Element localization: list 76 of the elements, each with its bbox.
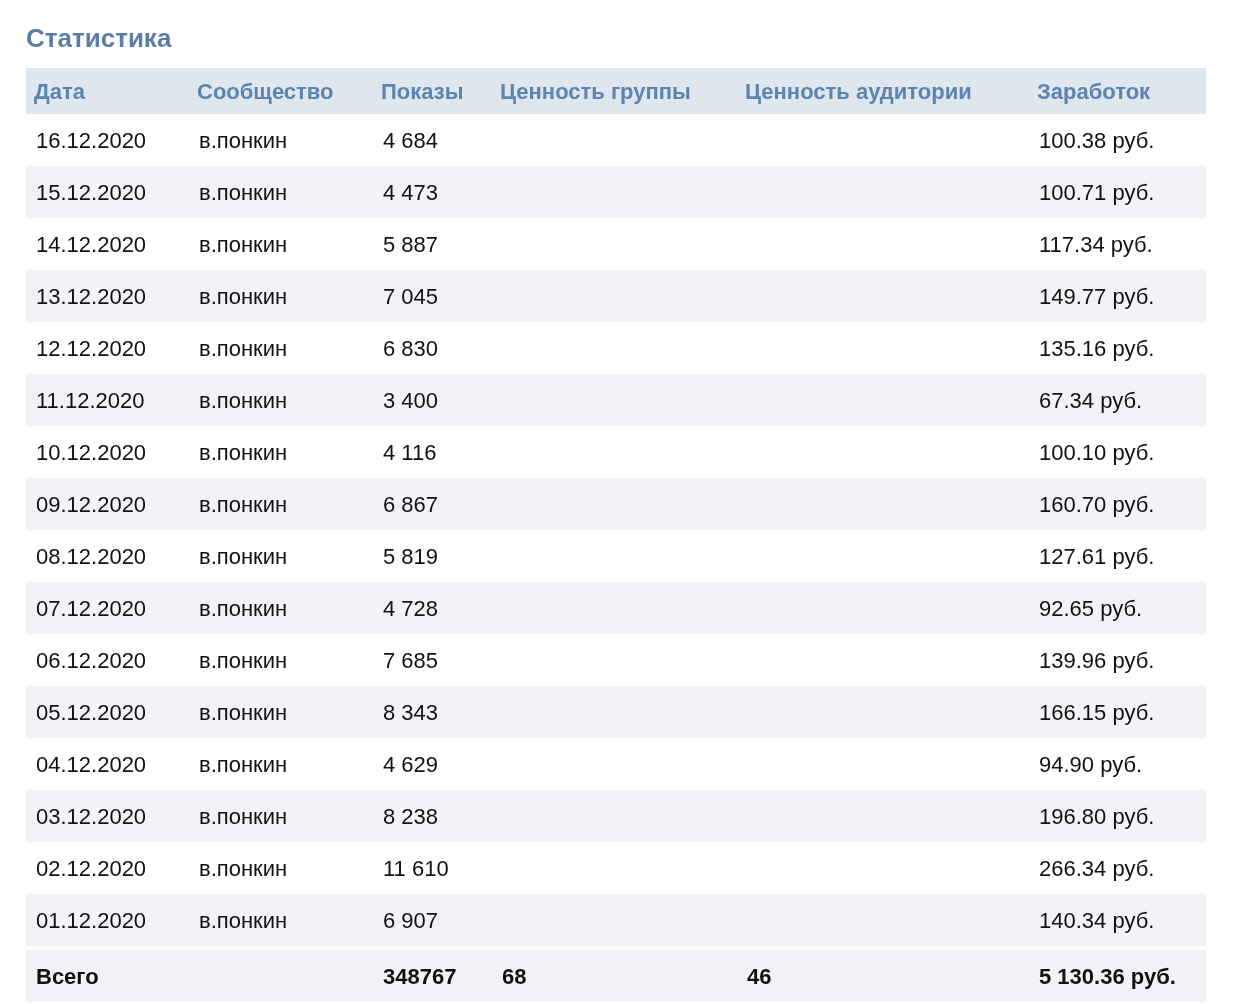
table-cell: 6 867: [383, 491, 439, 517]
table-cell: в.понкин: [199, 179, 288, 205]
table-cell: 139.96 руб.: [1039, 647, 1155, 673]
table-cell: в.понкин: [199, 127, 288, 153]
table-cell: в.понкин: [199, 491, 288, 517]
column-header: Ценность группы: [500, 78, 691, 104]
table-cell: 13.12.2020: [36, 283, 147, 309]
table-cell: 68: [502, 963, 527, 989]
table-cell: 5 819: [383, 543, 439, 569]
table-cell: 7 685: [383, 647, 439, 673]
table-cell: в.понкин: [199, 751, 288, 777]
table-cell: 117.34 руб.: [1039, 231, 1153, 257]
table-cell: 10.12.2020: [36, 439, 147, 465]
table-cell: 160.70 руб.: [1039, 491, 1155, 517]
table-cell: в.понкин: [199, 543, 288, 569]
table-cell: 03.12.2020: [36, 803, 147, 829]
page-title: Статистика: [26, 22, 173, 55]
table-cell: 4 116: [383, 439, 437, 465]
table-cell: 5 130.36 руб.: [1039, 963, 1176, 989]
table-cell: 01.12.2020: [36, 907, 147, 933]
table-cell: в.понкин: [199, 907, 288, 933]
table-cell: 8 238: [383, 803, 439, 829]
table-cell: 04.12.2020: [36, 751, 147, 777]
table-cell: 4 728: [383, 595, 439, 621]
table-cell: 100.71 руб.: [1039, 179, 1155, 205]
table-cell: в.понкин: [199, 231, 288, 257]
table-cell: 5 887: [383, 231, 439, 257]
table-cell: 149.77 руб.: [1039, 283, 1155, 309]
column-header: Дата: [34, 78, 85, 104]
table-cell: 4 684: [383, 127, 439, 153]
table-cell: 06.12.2020: [36, 647, 147, 673]
table-cell: 12.12.2020: [36, 335, 147, 361]
table-cell: 196.80 руб.: [1039, 803, 1155, 829]
column-header: Сообщество: [197, 78, 334, 104]
table-cell: в.понкин: [199, 647, 288, 673]
table-cell: 67.34 руб.: [1039, 387, 1143, 413]
table-cell: 100.10 руб.: [1039, 439, 1155, 465]
table-cell: 6 830: [383, 335, 439, 361]
table-cell: 140.34 руб.: [1039, 907, 1155, 933]
table-cell: 09.12.2020: [36, 491, 147, 517]
table-cell: 266.34 руб.: [1039, 855, 1155, 881]
table-cell: в.понкин: [199, 387, 288, 413]
table-cell: 15.12.2020: [36, 179, 147, 205]
table-cell: в.понкин: [199, 803, 288, 829]
table-cell: в.понкин: [199, 283, 288, 309]
table-cell: 11.12.2020: [36, 387, 145, 413]
table-cell: в.понкин: [199, 335, 288, 361]
table-cell: 4 629: [383, 751, 439, 777]
table-cell: в.понкин: [199, 855, 288, 881]
table-cell: 94.90 руб.: [1039, 751, 1143, 777]
table-cell: 127.61 руб.: [1039, 543, 1155, 569]
table-cell: в.понкин: [199, 595, 288, 621]
column-header: Ценность аудитории: [745, 78, 972, 104]
table-cell: 02.12.2020: [36, 855, 147, 881]
table-cell: 08.12.2020: [36, 543, 147, 569]
table-cell: 16.12.2020: [36, 127, 147, 153]
table-cell: 7 045: [383, 283, 439, 309]
table-cell: 05.12.2020: [36, 699, 147, 725]
table-cell: Всего: [36, 963, 99, 989]
table-cell: 100.38 руб.: [1039, 127, 1155, 153]
table-cell: 46: [747, 963, 772, 989]
table-cell: 348767: [383, 963, 457, 989]
table-cell: в.понкин: [199, 439, 288, 465]
table-cell: 14.12.2020: [36, 231, 147, 257]
table-cell: 92.65 руб.: [1039, 595, 1143, 621]
table-cell: в.понкин: [199, 699, 288, 725]
column-header: Показы: [381, 78, 464, 104]
table-cell: 4 473: [383, 179, 439, 205]
table-cell: 6 907: [383, 907, 439, 933]
table-cell: 11 610: [383, 855, 449, 881]
table-cell: 135.16 руб.: [1039, 335, 1155, 361]
table-cell: 8 343: [383, 699, 439, 725]
table-cell: 07.12.2020: [36, 595, 147, 621]
table-cell: 3 400: [383, 387, 439, 413]
column-header: Заработок: [1037, 78, 1151, 104]
table-cell: 166.15 руб.: [1039, 699, 1155, 725]
